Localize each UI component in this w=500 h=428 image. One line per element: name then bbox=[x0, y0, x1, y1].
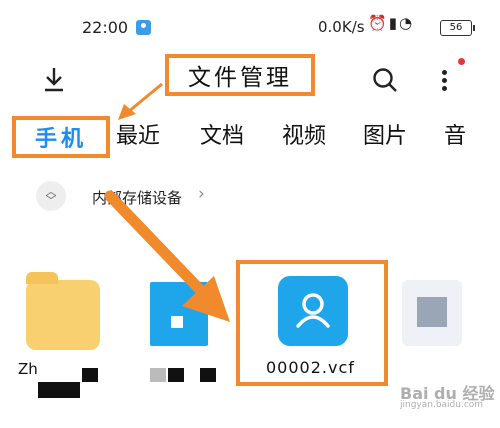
watermark-url: jingyan.baidu.com bbox=[400, 400, 484, 410]
annotation-arrow-2 bbox=[104, 190, 212, 302]
annotation-overlay bbox=[104, 82, 230, 322]
annotation-arrow-1 bbox=[127, 82, 163, 114]
